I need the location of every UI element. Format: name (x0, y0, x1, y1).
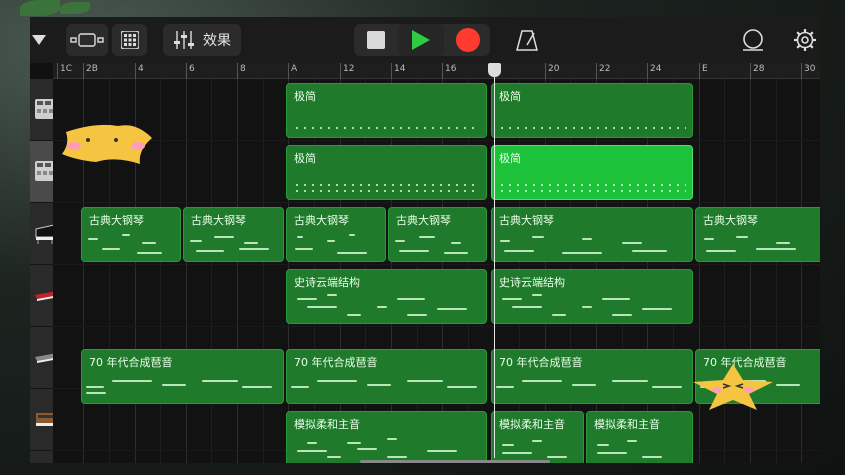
region-drum-hits (293, 184, 480, 186)
region-name: 极简 (499, 152, 521, 165)
tracks-view-button[interactable] (66, 24, 108, 56)
track-lane-drums-2: 极简 极简 (53, 141, 820, 203)
region-name: 70 年代合成琶音 (499, 356, 583, 369)
mixer-effects-button[interactable]: 效果 (163, 24, 241, 56)
region-epic-cloud[interactable]: 史诗云端结构 (491, 269, 693, 324)
grid-icon (120, 31, 139, 49)
leaf-decoration (60, 2, 90, 14)
region-name: 极简 (294, 152, 316, 165)
region-minimal[interactable]: 极简 (491, 83, 693, 138)
stop-icon (367, 31, 385, 49)
region-drum-hits (293, 190, 480, 192)
play-button[interactable] (398, 24, 444, 56)
track-header-drums-2[interactable] (30, 141, 59, 203)
effects-label: 效果 (203, 33, 231, 49)
ruler-label: A (291, 64, 298, 74)
ruler-label: 4 (138, 64, 144, 74)
browser-menu-button[interactable] (30, 24, 48, 56)
ruler-label: 28 (753, 64, 765, 74)
stop-button[interactable] (356, 24, 396, 56)
region-classic-piano[interactable]: 古典大钢琴 (695, 207, 820, 262)
ruler-label: 6 (189, 64, 195, 74)
metronome-icon (516, 30, 538, 51)
region-name: 古典大钢琴 (191, 214, 246, 227)
ruler-label: 30 (804, 64, 816, 74)
ruler-label: 24 (650, 64, 662, 74)
loop-browser-button[interactable] (737, 24, 769, 56)
region-drum-hits (498, 127, 686, 129)
region-name: 史诗云端结构 (294, 276, 360, 289)
region-epic-cloud[interactable]: 史诗云端结构 (286, 269, 487, 324)
settings-button[interactable] (790, 24, 820, 56)
region-name: 极简 (294, 90, 316, 103)
ruler-label: E (702, 64, 708, 74)
region-analog-soft-lead[interactable]: 模拟柔和主音 (586, 411, 693, 463)
ruler-label: 1C (60, 64, 73, 74)
timeline-ruler[interactable]: 1C 2B 4 6 8 A 12 14 16 18 20 22 24 E 28 … (53, 63, 820, 79)
ruler-label: 20 (548, 64, 560, 74)
record-icon (456, 28, 480, 52)
region-classic-piano[interactable]: 古典大钢琴 (81, 207, 181, 262)
star-sticker (693, 364, 773, 410)
ruler-label: 2B (86, 64, 98, 74)
track-lane-piano: 古典大钢琴 古典大钢琴 古典大钢琴 古典大钢琴 古典大钢琴 古典大钢琴 (53, 203, 820, 265)
region-name: 古典大钢琴 (703, 214, 758, 227)
track-header-red-keyboard[interactable] (30, 265, 59, 327)
region-name: 史诗云端结构 (499, 276, 565, 289)
gear-icon (794, 29, 816, 51)
track-header-piano[interactable] (30, 203, 59, 265)
keyboard-grid-button[interactable] (112, 24, 147, 56)
region-name: 古典大钢琴 (89, 214, 144, 227)
region-classic-piano[interactable]: 古典大钢琴 (388, 207, 487, 262)
track-lane-red-keyboard: 史诗云端结构 史诗云端结构 (53, 265, 820, 327)
record-button[interactable] (448, 24, 488, 56)
region-name: 70 年代合成琶音 (294, 356, 378, 369)
region-drum-hits (498, 190, 686, 192)
region-name: 古典大钢琴 (294, 214, 349, 227)
region-analog-soft-lead[interactable]: 模拟柔和主音 (491, 411, 584, 463)
region-name: 极简 (499, 90, 521, 103)
region-classic-piano[interactable]: 古典大钢琴 (183, 207, 284, 262)
horizontal-scroll-indicator[interactable] (360, 460, 550, 463)
ruler-label: 14 (394, 64, 406, 74)
region-name: 古典大钢琴 (499, 214, 554, 227)
track-header-synth[interactable] (30, 327, 59, 389)
region-drum-hits (498, 184, 686, 186)
metronome-button[interactable] (513, 24, 541, 56)
star-sticker (62, 124, 152, 164)
playhead-handle[interactable] (488, 63, 501, 77)
toolbar: 效果 (30, 17, 820, 63)
playhead-line (494, 63, 495, 458)
track-header-drums-1[interactable] (30, 79, 59, 141)
region-minimal-selected[interactable]: 极简 (491, 145, 693, 200)
region-name: 模拟柔和主音 (594, 418, 660, 431)
region-analog-soft-lead[interactable]: 模拟柔和主音 (286, 411, 487, 463)
ruler-label: 12 (343, 64, 355, 74)
ruler-label: 22 (599, 64, 611, 74)
region-minimal[interactable]: 极简 (286, 145, 487, 200)
region-classic-piano[interactable]: 古典大钢琴 (286, 207, 386, 262)
leaf-decoration (20, 0, 60, 16)
triangle-down-icon (32, 35, 46, 45)
region-name: 模拟柔和主音 (499, 418, 565, 431)
loop-icon (743, 29, 763, 51)
track-header-analog-synth[interactable] (30, 389, 58, 451)
ruler-label: 16 (445, 64, 457, 74)
region-classic-piano[interactable]: 古典大钢琴 (491, 207, 693, 262)
tracks-view-icon (70, 33, 104, 47)
track-lane-drums-1: 极简 极简 (53, 79, 820, 141)
region-name: 模拟柔和主音 (294, 418, 360, 431)
region-name: 古典大钢琴 (396, 214, 451, 227)
track-headers (30, 79, 59, 463)
mixer-sliders-icon (174, 31, 194, 49)
ruler-label: 8 (240, 64, 246, 74)
play-icon (412, 30, 430, 50)
region-drum-hits (293, 127, 480, 129)
region-minimal[interactable]: 极简 (286, 83, 487, 138)
region-name: 70 年代合成琶音 (89, 356, 173, 369)
